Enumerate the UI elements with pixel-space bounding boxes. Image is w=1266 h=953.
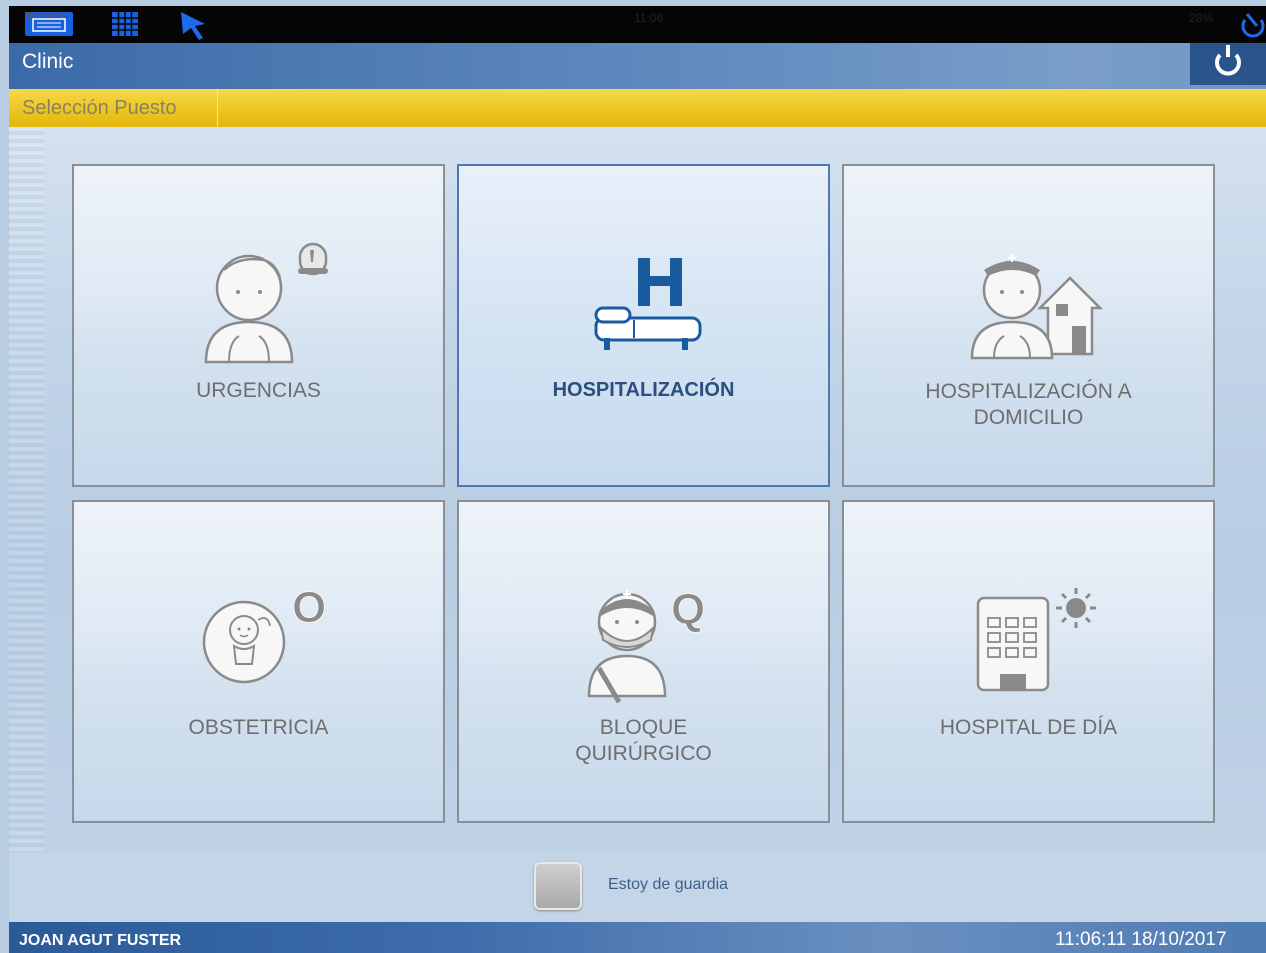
tile-obstetricia[interactable]: O OBSTETRICIA <box>72 500 445 823</box>
power-icon[interactable] <box>1237 10 1266 42</box>
status-datetime: 11:06:11 18/10/2017 <box>1055 929 1227 950</box>
app-title: Clinic <box>22 50 74 73</box>
svg-text:Q: Q <box>671 585 705 634</box>
on-call-checkbox[interactable] <box>534 862 582 910</box>
nurse-with-house-icon <box>970 254 1104 360</box>
building-with-sun-icon <box>976 588 1096 692</box>
refresh-button[interactable] <box>1190 43 1266 85</box>
tile-label-line1: BLOQUE <box>599 716 688 739</box>
refresh-icon <box>1215 45 1241 76</box>
tile-hospitalizacion[interactable]: HOSPITALIZACIÓN <box>457 164 830 487</box>
tile-urgencias[interactable]: URGENCIAS <box>72 164 445 487</box>
person-with-siren-icon <box>204 242 328 364</box>
tile-label-line1: HOSPITALIZACIÓN A <box>925 380 1132 403</box>
tile-label: OBSTETRICIA <box>188 716 329 739</box>
on-call-label[interactable]: Estoy de guardia <box>608 876 728 894</box>
grid-icon[interactable] <box>112 12 138 36</box>
title-bar: Clinic <box>9 43 1266 89</box>
breadcrumb-tab: Selección Puesto <box>9 89 218 127</box>
tile-label-line2: QUIRÚRGICO <box>575 742 712 765</box>
tile-hospitalizacion-domicilio[interactable]: HOSPITALIZACIÓN A DOMICILIO <box>842 164 1215 487</box>
breadcrumb: Selección Puesto <box>9 89 1266 127</box>
keyboard-button[interactable]: Teclado <box>25 10 73 36</box>
tile-label: HOSPITALIZACIÓN <box>552 379 735 401</box>
system-clock: 11:06 <box>634 11 664 25</box>
tile-hospital-de-dia[interactable]: HOSPITAL DE DÍA <box>842 500 1215 823</box>
breadcrumb-label: Selección Puesto <box>22 97 177 119</box>
svg-text:O: O <box>292 583 326 632</box>
tile-label-line2: DOMICILIO <box>973 406 1084 429</box>
surgeon-icon: Q <box>587 585 706 704</box>
tile-bloque-quirurgico[interactable]: Q BLOQUE QUIRÚRGICO <box>457 500 830 823</box>
cursor-arrow-icon[interactable] <box>179 10 211 42</box>
status-bar: JOAN AGUT FUSTER 11:06:11 18/10/2017 <box>9 922 1266 953</box>
hospital-bed-icon <box>594 258 702 350</box>
baby-icon: O <box>202 583 327 684</box>
tile-label: URGENCIAS <box>196 379 321 402</box>
user-name: JOAN AGUT FUSTER <box>19 932 182 949</box>
battery-text: 28% <box>1189 11 1214 25</box>
keyboard-icon <box>32 18 66 32</box>
tile-label: HOSPITAL DE DÍA <box>939 716 1118 739</box>
tile-grid: URGENCIAS HOSPITALIZACIÓN HOSPITALIZACIÓ <box>9 127 1266 852</box>
system-bar: Teclado 11:06 28% <box>9 6 1266 43</box>
on-call-bar: Estoy de guardia <box>9 852 1266 922</box>
